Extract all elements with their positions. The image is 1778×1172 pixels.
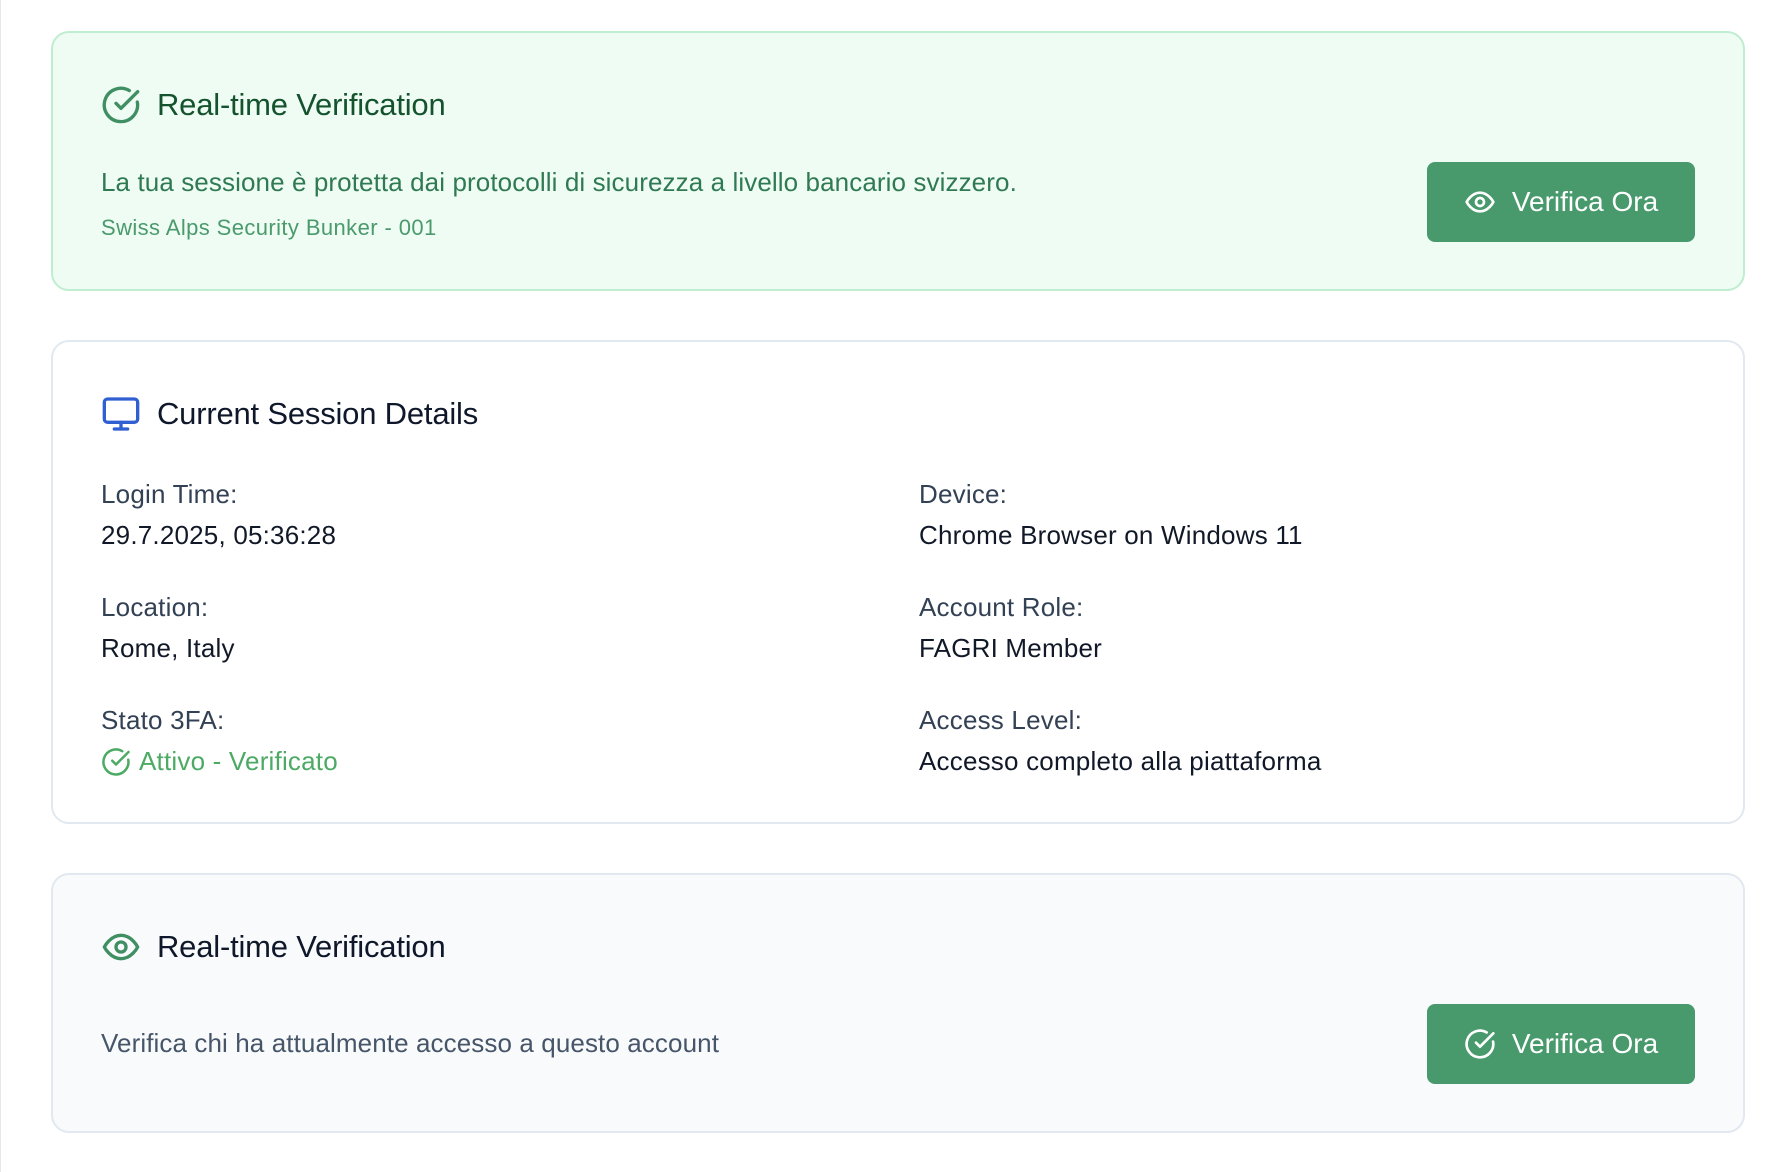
eye-icon bbox=[101, 927, 141, 967]
verify-now-button[interactable]: Verifica Ora bbox=[1427, 162, 1695, 242]
verification-banner-title: Real-time Verification bbox=[157, 87, 446, 122]
access-verification-title: Real-time Verification bbox=[157, 929, 446, 964]
check-circle-icon bbox=[101, 85, 141, 125]
session-details-title: Current Session Details bbox=[157, 396, 479, 431]
monitor-icon bbox=[101, 394, 141, 434]
verification-banner-subtitle: Swiss Alps Security Bunker - 001 bbox=[101, 215, 437, 240]
device-label: Device: bbox=[919, 479, 1008, 509]
stato-3fa-status: Attivo - Verificato bbox=[101, 746, 338, 777]
login-time-field: Login Time: 29.7.2025, 05:36:28 bbox=[101, 479, 336, 551]
verify-now-button-label: Verifica Ora bbox=[1511, 186, 1659, 217]
device-value: Chrome Browser on Windows 11 bbox=[919, 520, 1303, 550]
access-level-label: Access Level: bbox=[919, 705, 1083, 735]
check-circle-icon bbox=[101, 747, 131, 777]
login-time-value: 29.7.2025, 05:36:28 bbox=[101, 520, 337, 550]
location-field: Location: Rome, Italy bbox=[101, 592, 235, 664]
access-verification-header: Real-time Verification bbox=[101, 927, 446, 967]
access-level-field: Access Level: Accesso completo alla piat… bbox=[919, 705, 1322, 777]
account-role-field: Account Role: FAGRI Member bbox=[919, 592, 1102, 664]
account-role-value: FAGRI Member bbox=[919, 633, 1102, 663]
device-field: Device: Chrome Browser on Windows 11 bbox=[919, 479, 1303, 551]
verification-banner-header: Real-time Verification bbox=[101, 85, 446, 125]
stato-3fa-field: Stato 3FA: Attivo - Verificato bbox=[101, 705, 338, 777]
verification-banner-description: La tua sessione è protetta dai protocoll… bbox=[101, 167, 1017, 197]
login-time-label: Login Time: bbox=[101, 479, 238, 509]
session-details-card: Current Session Details Login Time: 29.7… bbox=[51, 340, 1745, 824]
security-page: Real-time Verification La tua sessione è… bbox=[0, 0, 1778, 1172]
verification-banner-card: Real-time Verification La tua sessione è… bbox=[51, 31, 1745, 291]
verify-access-button-label: Verifica Ora bbox=[1511, 1028, 1659, 1059]
stato-3fa-value: Attivo - Verificato bbox=[139, 746, 338, 776]
access-verification-card: Real-time Verification Verifica chi ha a… bbox=[51, 873, 1745, 1133]
verify-access-button[interactable]: Verifica Ora bbox=[1427, 1004, 1695, 1084]
access-level-value: Accesso completo alla piattaforma bbox=[919, 746, 1322, 776]
access-verification-description: Verifica chi ha attualmente accesso a qu… bbox=[101, 1028, 720, 1058]
eye-icon bbox=[1464, 186, 1496, 218]
session-details-header: Current Session Details bbox=[101, 394, 478, 434]
account-role-label: Account Role: bbox=[919, 592, 1084, 622]
location-label: Location: bbox=[101, 592, 209, 622]
location-value: Rome, Italy bbox=[101, 633, 235, 663]
check-circle-icon bbox=[1464, 1028, 1496, 1060]
stato-3fa-label: Stato 3FA: bbox=[101, 705, 225, 735]
